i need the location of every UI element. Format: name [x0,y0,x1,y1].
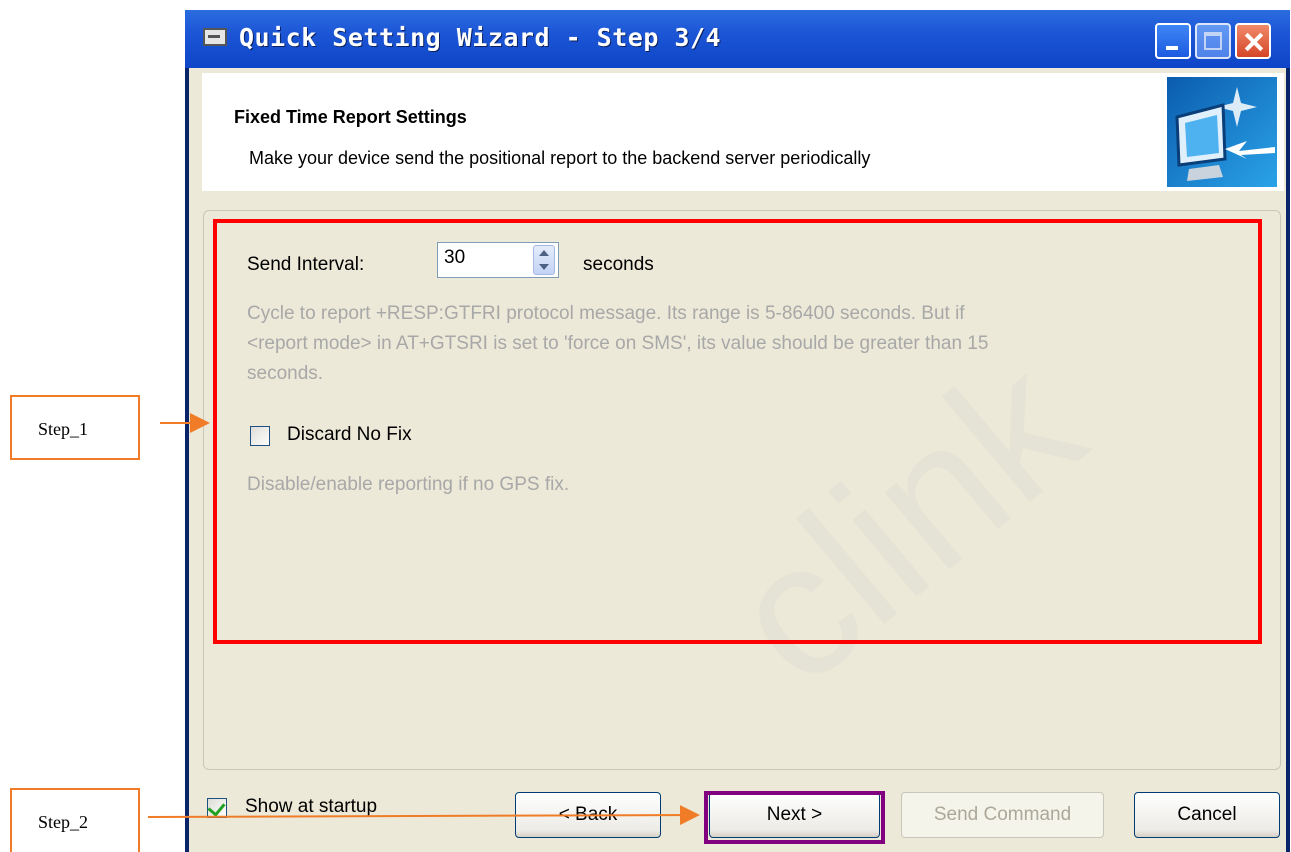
next-button[interactable]: Next > [709,792,880,838]
page-description: Make your device send the positional rep… [249,148,871,168]
maximize-button[interactable] [1195,23,1231,59]
page-title: Fixed Time Report Settings [234,107,467,127]
close-button[interactable] [1235,23,1271,59]
step1-highlight-box [213,219,1262,644]
minimize-button[interactable] [1155,23,1191,59]
cancel-button[interactable]: Cancel [1134,792,1280,838]
show-at-startup-label: Show at startup [245,796,378,817]
title-bar[interactable]: Quick Setting Wizard - Step 3/4 [185,10,1290,68]
wizard-header: Fixed Time Report Settings Make your dev… [202,73,1284,191]
window-icon [203,28,227,46]
send-command-button[interactable]: Send Command [901,792,1104,838]
step1-callout: Step_1 [10,395,140,460]
back-button[interactable]: < Back [515,792,661,838]
window-title: Quick Setting Wizard - Step 3/4 [239,23,722,52]
show-at-startup-checkbox[interactable] [207,798,227,818]
step2-callout: Step_2 [10,788,140,852]
monitor-arrow-icon [1167,77,1277,187]
check-icon [207,798,226,817]
